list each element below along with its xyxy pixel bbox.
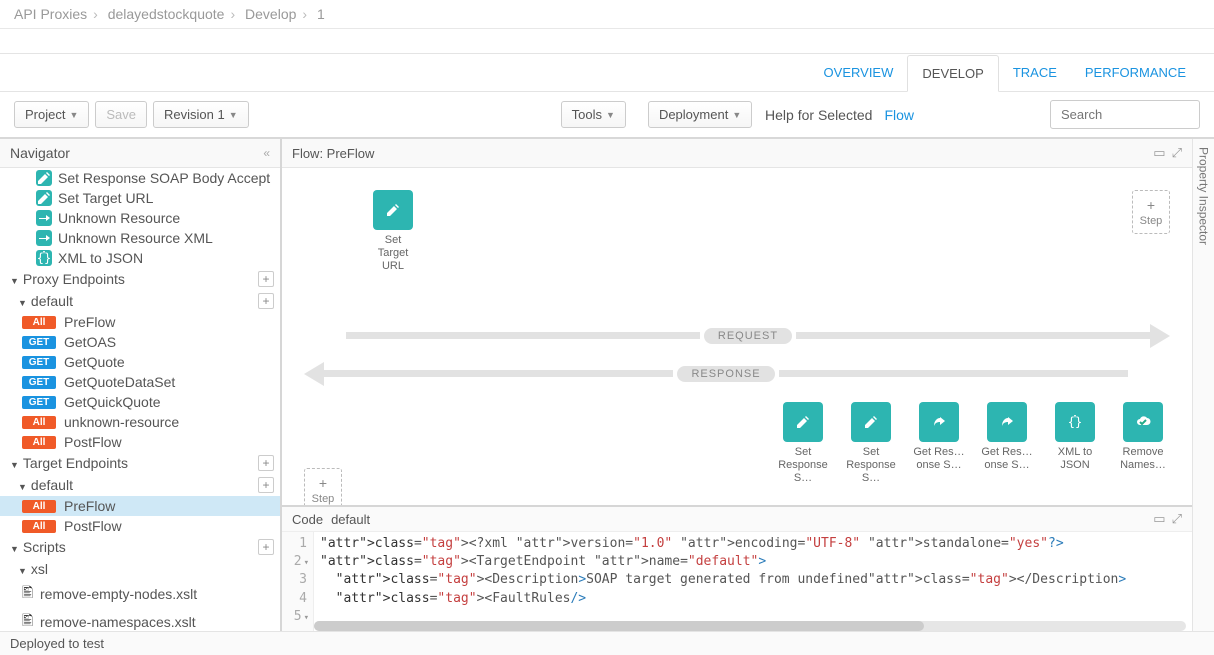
flow-step[interactable]: Get Res…onse S… [912,402,966,486]
collapse-navigator-icon[interactable]: « [263,146,270,160]
breadcrumb-item[interactable]: API Proxies [14,6,87,22]
status-bar: Deployed to test [0,631,1214,655]
add-target-flow-icon[interactable]: + [258,477,274,493]
brace-icon: {} [36,250,52,266]
tab-trace[interactable]: TRACE [999,55,1071,90]
target-flow-item[interactable]: AllPostFlow [0,516,280,536]
navigator-title: Navigator [10,145,70,161]
flow-header: Flow: PreFlow ▭ ⤢ [282,139,1192,168]
pencil-icon [373,190,413,230]
breadcrumb: API Proxies› delayedstockquote› Develop›… [0,0,1214,29]
request-lane-label: REQUEST [704,328,792,344]
view-tabs: OVERVIEW DEVELOP TRACE PERFORMANCE [0,54,1214,92]
xsl-folder[interactable]: ▼xsl [0,558,280,580]
flow-step[interactable]: Set Response S… [844,402,898,486]
tools-menu[interactable]: Tools▼ [561,101,626,128]
proxy-flow-item[interactable]: GETGetQuote [0,352,280,372]
expand-icon[interactable]: ⤢ [1172,145,1182,161]
proxy-flow-item[interactable]: AllPreFlow [0,312,280,332]
code-scrollbar[interactable] [314,621,1186,631]
proxy-flow-item[interactable]: AllPostFlow [0,432,280,452]
navigator-panel: Navigator « Set Response SOAP Body Accep… [0,139,282,631]
pencil-icon [783,402,823,442]
proxy-flow-item[interactable]: Allunknown-resource [0,412,280,432]
project-menu[interactable]: Project▼ [14,101,89,128]
share-icon [919,402,959,442]
proxy-flow-item[interactable]: GETGetQuickQuote [0,392,280,412]
flow-title: Flow: PreFlow [292,146,374,161]
layout-icon[interactable]: ▭ [1153,145,1165,161]
policy-item[interactable]: Unknown Resource [0,208,280,228]
flow-step[interactable]: Remove Names… [1116,402,1170,486]
response-lane-label: RESPONSE [677,366,774,382]
proxy-endpoints-section[interactable]: ▼Proxy Endpoints+ [0,268,280,290]
proxy-flow-item[interactable]: GETGetOAS [0,332,280,352]
help-label: Help for Selected [765,107,872,123]
add-step-request[interactable]: +Step [1132,190,1170,234]
search-input[interactable] [1050,100,1200,129]
code-panel: Code default ▭ ⤢ 12▾345▾ "attr">class="t… [282,505,1192,631]
pencil-icon [36,190,52,206]
flow-step[interactable]: SetTarget URL [366,190,420,274]
share-icon [987,402,1027,442]
breadcrumb-item: 1 [317,6,325,22]
script-file[interactable]: 🖺remove-empty-nodes.xslt [0,580,280,608]
brace-icon: {} [1055,402,1095,442]
tab-performance[interactable]: PERFORMANCE [1071,55,1200,90]
pencil-icon [851,402,891,442]
add-proxy-flow-icon[interactable]: + [258,293,274,309]
target-endpoints-section[interactable]: ▼Target Endpoints+ [0,452,280,474]
add-script-icon[interactable]: + [258,539,274,555]
file-icon: 🖺 [22,582,34,606]
arrow-icon [36,210,52,226]
arrow-icon [36,230,52,246]
target-flow-item[interactable]: AllPreFlow [0,496,280,516]
flow-step[interactable]: Get Res…onse S… [980,402,1034,486]
file-icon: 🖺 [22,610,34,631]
toolbar: Project▼ Save Revision 1▼ Tools▼ Deploym… [0,92,1214,139]
expand-icon[interactable]: ⤢ [1172,511,1182,527]
policy-item[interactable]: Set Response SOAP Body Accept [0,168,280,188]
policy-item[interactable]: Unknown Resource XML [0,228,280,248]
policy-item[interactable]: Set Target URL [0,188,280,208]
breadcrumb-item[interactable]: Develop [245,6,296,22]
breadcrumb-item[interactable]: delayedstockquote [108,6,225,22]
flow-canvas: +Step SetTarget URL REQUEST RESPONSE [282,168,1192,505]
tab-overview[interactable]: OVERVIEW [810,55,908,90]
add-proxy-endpoint-icon[interactable]: + [258,271,274,287]
cloud-icon [1123,402,1163,442]
property-inspector-collapsed[interactable]: Property Inspector [1192,139,1214,631]
pencil-icon [36,170,52,186]
proxy-default[interactable]: ▼default+ [0,290,280,312]
add-target-endpoint-icon[interactable]: + [258,455,274,471]
code-label: Code [292,512,323,527]
proxy-flow-item[interactable]: GETGetQuoteDataSet [0,372,280,392]
flow-step[interactable]: Set Response S… [776,402,830,486]
layout-icon[interactable]: ▭ [1153,511,1165,527]
save-button[interactable]: Save [95,101,147,128]
flow-help-link[interactable]: Flow [884,107,914,123]
scripts-section[interactable]: ▼Scripts+ [0,536,280,558]
revision-menu[interactable]: Revision 1▼ [153,101,249,128]
code-tab[interactable]: default [331,512,370,527]
policy-item[interactable]: {}XML to JSON [0,248,280,268]
tab-develop[interactable]: DEVELOP [907,55,998,92]
code-editor[interactable]: 12▾345▾ "attr">class="tag"><?xml "attr">… [282,532,1192,631]
script-file[interactable]: 🖺remove-namespaces.xslt [0,608,280,631]
add-step-response[interactable]: +Step [304,468,342,505]
flow-step[interactable]: {}XML to JSON [1048,402,1102,486]
deployment-menu[interactable]: Deployment▼ [648,101,752,128]
target-default[interactable]: ▼default+ [0,474,280,496]
status-text: Deployed to test [10,636,104,651]
